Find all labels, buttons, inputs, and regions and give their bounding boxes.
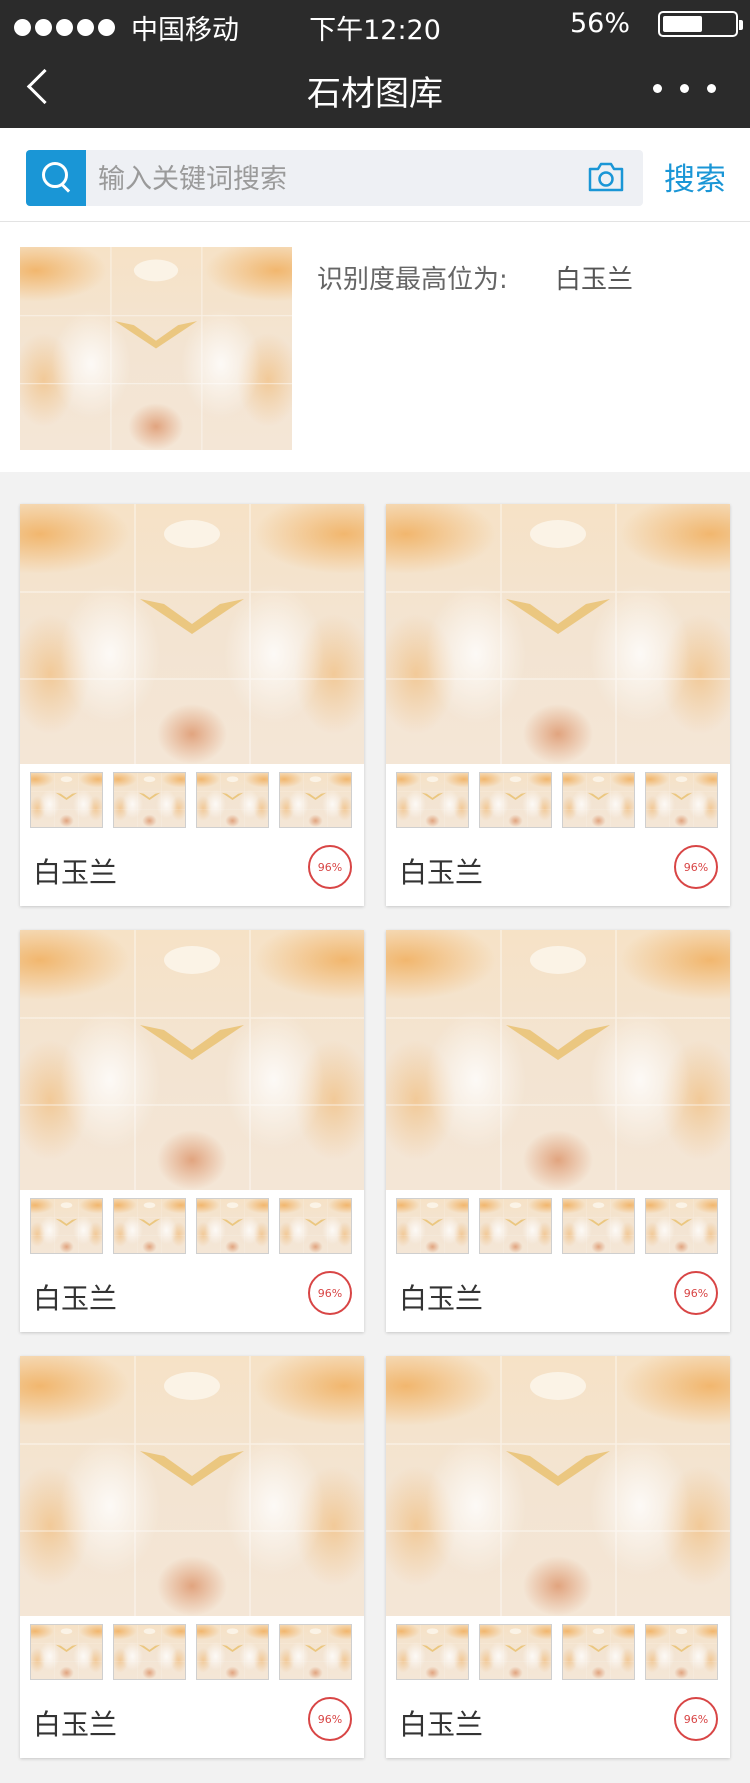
thumbnail[interactable] (196, 1198, 269, 1254)
stone-card[interactable]: 白玉兰 96% (386, 930, 730, 1332)
stone-name: 白玉兰 (399, 856, 484, 889)
stone-card[interactable]: 白玉兰 96% (386, 504, 730, 906)
status-right: 56% (569, 8, 743, 39)
page-title: 石材图库 (307, 74, 443, 114)
stone-image[interactable] (20, 1356, 364, 1616)
thumbnail-strip (396, 1624, 718, 1680)
match-score-badge: 96% (674, 845, 718, 889)
stone-image[interactable] (386, 504, 730, 764)
stone-name: 白玉兰 (399, 1282, 484, 1315)
stone-card[interactable]: 白玉兰 96% (20, 1356, 364, 1758)
thumbnail[interactable] (196, 772, 269, 828)
thumbnail[interactable] (113, 1198, 186, 1254)
stone-image[interactable] (20, 930, 364, 1190)
stone-image[interactable] (386, 1356, 730, 1616)
query-image (20, 247, 292, 450)
search-icon[interactable] (26, 150, 86, 206)
stone-name: 白玉兰 (33, 1708, 118, 1741)
search-button[interactable]: 搜索 (664, 154, 726, 199)
camera-icon[interactable] (587, 162, 625, 192)
battery-percent: 56% (569, 8, 630, 39)
match-score-badge: 96% (308, 1697, 352, 1741)
thumbnail[interactable] (479, 1624, 552, 1680)
thumbnail[interactable] (396, 1198, 469, 1254)
stone-name: 白玉兰 (33, 1282, 118, 1315)
thumbnail-strip (30, 1198, 352, 1254)
thumbnail[interactable] (30, 772, 103, 828)
stone-name: 白玉兰 (399, 1708, 484, 1741)
thumbnail[interactable] (30, 1198, 103, 1254)
thumbnail[interactable] (396, 1624, 469, 1680)
status-bar: 中国移动 下午12:20 56% (0, 0, 750, 50)
stone-card[interactable]: 白玉兰 96% (20, 504, 364, 906)
thumbnail[interactable] (279, 772, 352, 828)
result-label: 识别度最高位为: (317, 265, 508, 295)
match-score-badge: 96% (674, 1271, 718, 1315)
thumbnail[interactable] (113, 1624, 186, 1680)
thumbnail[interactable] (645, 1624, 718, 1680)
thumbnail[interactable] (279, 1198, 352, 1254)
thumbnail-strip (30, 1624, 352, 1680)
battery-icon (658, 10, 743, 37)
thumbnail[interactable] (479, 772, 552, 828)
thumbnail[interactable] (396, 772, 469, 828)
search-box (26, 150, 643, 206)
nav-bar: 石材图库 (0, 50, 750, 128)
stone-name: 白玉兰 (33, 856, 118, 889)
recognition-result: 识别度最高位为: 白玉兰 (0, 222, 750, 472)
thumbnail[interactable] (645, 772, 718, 828)
thumbnail[interactable] (562, 1624, 635, 1680)
thumbnail[interactable] (30, 1624, 103, 1680)
match-score-badge: 96% (308, 845, 352, 889)
more-icon[interactable] (653, 84, 716, 93)
thumbnail[interactable] (196, 1624, 269, 1680)
thumbnail[interactable] (562, 1198, 635, 1254)
thumbnail-strip (396, 1198, 718, 1254)
thumbnail-strip (396, 772, 718, 828)
stone-image[interactable] (386, 930, 730, 1190)
thumbnail[interactable] (562, 772, 635, 828)
thumbnail[interactable] (479, 1198, 552, 1254)
thumbnail-strip (30, 772, 352, 828)
thumbnail[interactable] (279, 1624, 352, 1680)
search-bar: 搜索 (0, 128, 750, 222)
search-input[interactable] (96, 158, 500, 200)
match-score-badge: 96% (674, 1697, 718, 1741)
thumbnail[interactable] (645, 1198, 718, 1254)
match-score-badge: 96% (308, 1271, 352, 1315)
stone-image[interactable] (20, 504, 364, 764)
stone-grid: 白玉兰 96% 白玉兰 96% 白玉兰 96% 白玉兰 96% 白玉兰 96% … (0, 472, 750, 1758)
thumbnail[interactable] (113, 772, 186, 828)
result-value: 白玉兰 (555, 265, 634, 295)
stone-card[interactable]: 白玉兰 96% (386, 1356, 730, 1758)
stone-card[interactable]: 白玉兰 96% (20, 930, 364, 1332)
